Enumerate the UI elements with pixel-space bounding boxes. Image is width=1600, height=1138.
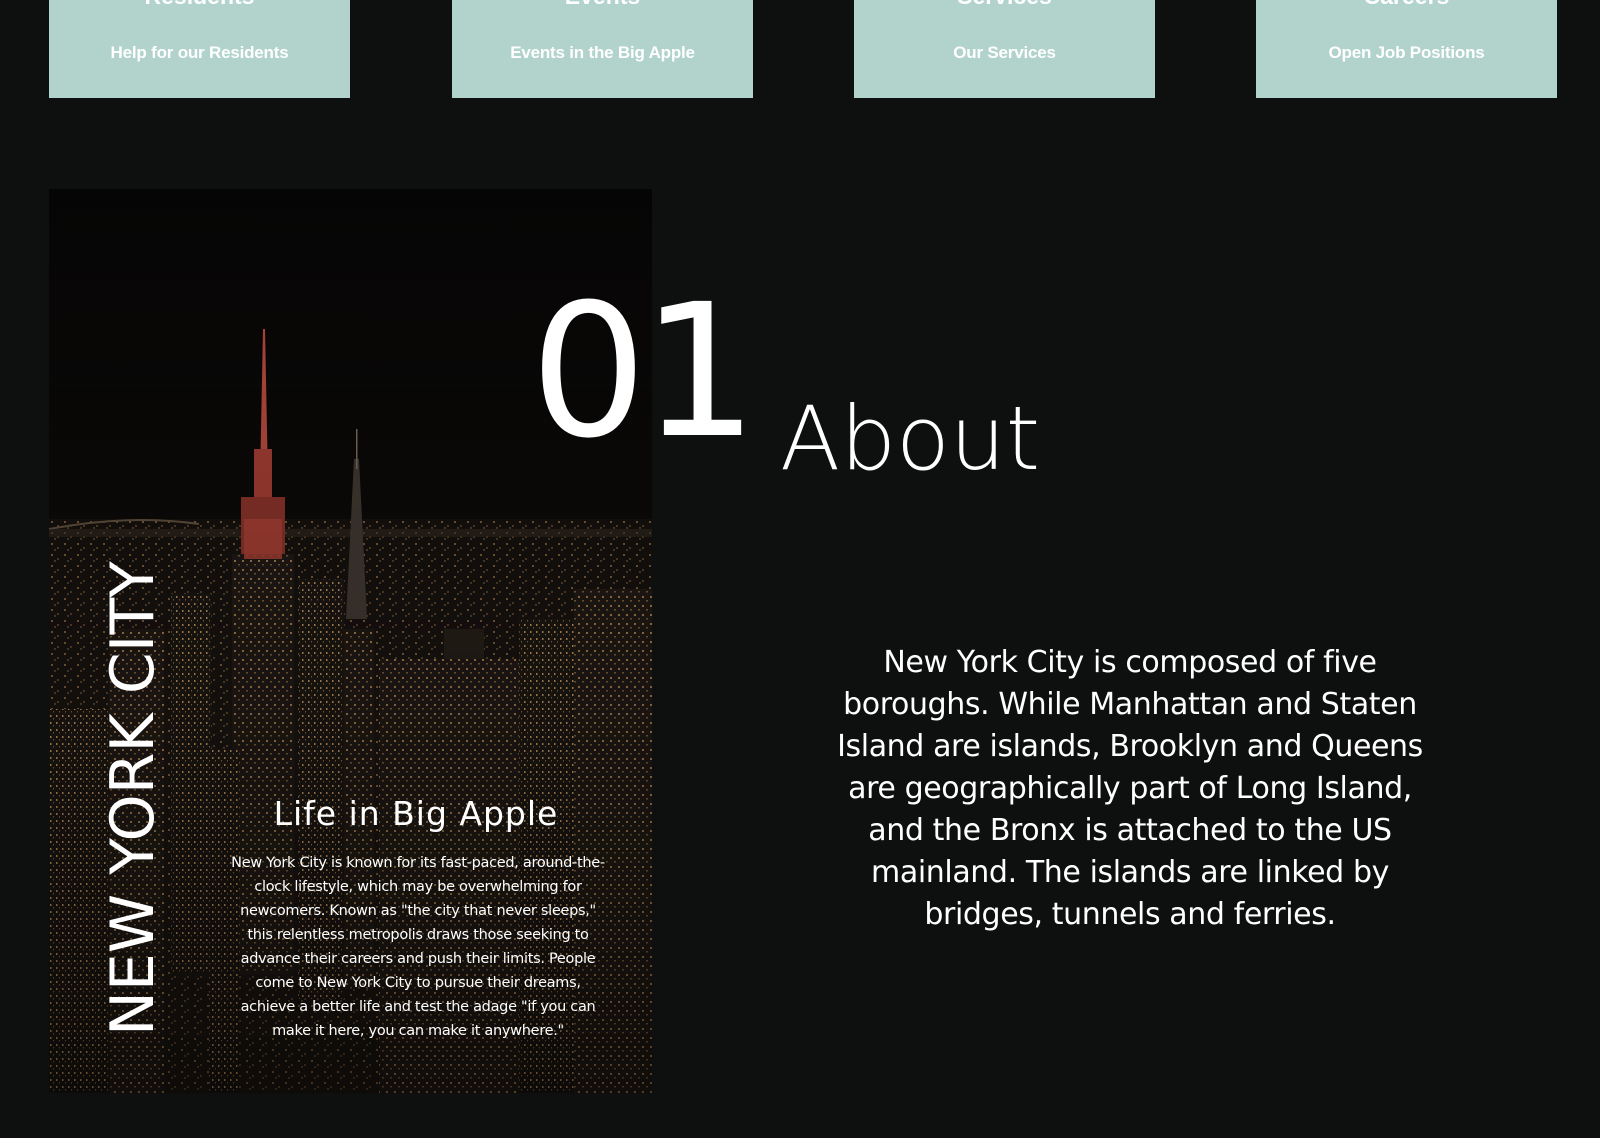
section-number: 01 xyxy=(530,265,758,479)
page: Residents Help for our Residents Events … xyxy=(0,0,1600,1138)
card-subtitle: Our Services xyxy=(953,43,1056,62)
card-subtitle: Help for our Residents xyxy=(110,43,289,62)
card-residents[interactable]: Residents Help for our Residents xyxy=(49,0,350,98)
card-careers[interactable]: Careers Open Job Positions xyxy=(1256,0,1557,98)
caption-body: New York City is known for its fast-pace… xyxy=(231,855,605,1039)
card-title: Careers xyxy=(1256,0,1557,10)
card-services[interactable]: Services Our Services xyxy=(854,0,1155,98)
caption-title: Life in Big Apple xyxy=(273,794,559,833)
card-subtitle: Events in the Big Apple xyxy=(510,43,695,62)
vertical-title: NEW YORK CITY xyxy=(98,561,168,1036)
card-title: Events xyxy=(452,0,753,10)
card-subtitle: Open Job Positions xyxy=(1328,43,1485,62)
card-title: Services xyxy=(854,0,1155,10)
card-title: Residents xyxy=(49,0,350,10)
section-title: About xyxy=(780,387,1041,490)
card-events[interactable]: Events Events in the Big Apple xyxy=(452,0,753,98)
about-text: New York City is composed of five boroug… xyxy=(837,645,1423,932)
